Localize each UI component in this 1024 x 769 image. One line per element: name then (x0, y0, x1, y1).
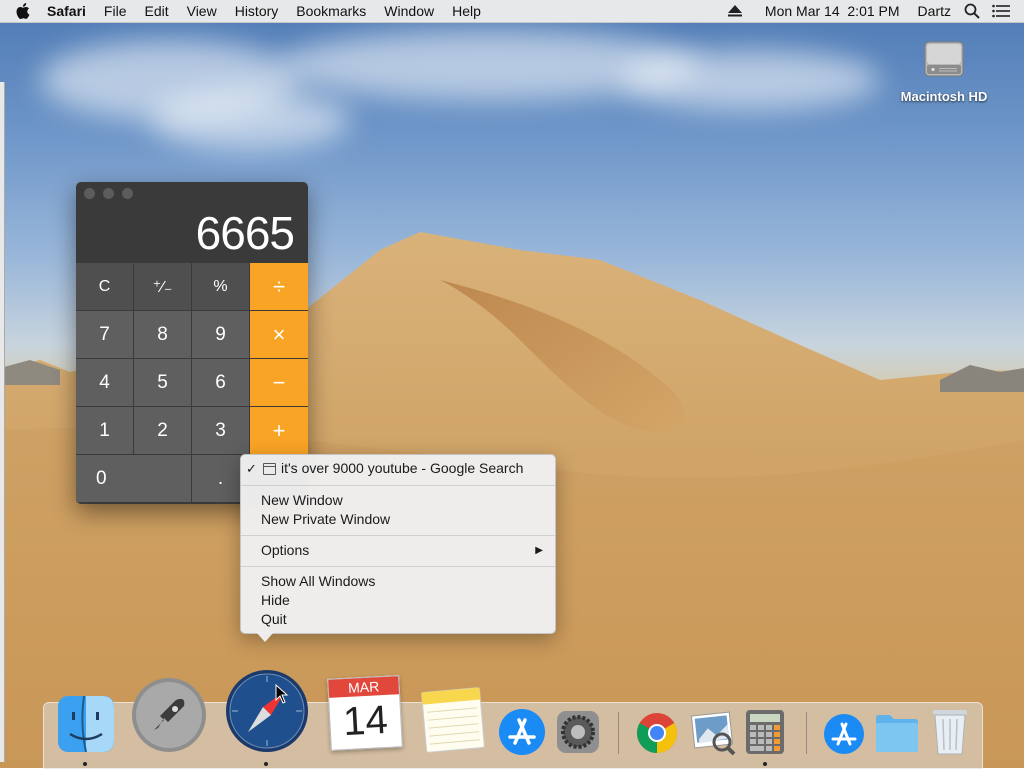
safari-icon[interactable] (224, 668, 310, 754)
calculator-key[interactable]: % (192, 263, 249, 310)
menu-item-label: Quit (261, 611, 287, 627)
calculator-key[interactable]: 6 (192, 359, 249, 406)
menu-item-label: Options (261, 542, 310, 558)
menu-separator (241, 566, 555, 567)
dock-divider (806, 712, 807, 754)
menu-item-hide[interactable]: Hide (241, 591, 555, 610)
zoom-button[interactable] (122, 187, 133, 199)
menu-item-label: Hide (261, 592, 290, 608)
running-indicator (83, 762, 87, 766)
finder-icon[interactable] (56, 694, 116, 754)
calculator-key[interactable]: C (76, 263, 133, 310)
menu-clock[interactable]: Mon Mar 14 2:01 PM (756, 0, 909, 22)
offscreen-window-edge (0, 82, 5, 762)
menu-edit[interactable]: Edit (135, 0, 177, 22)
launchpad-icon[interactable] (130, 676, 208, 754)
chrome-icon[interactable] (636, 712, 678, 754)
calculator-display: 6665 (195, 207, 295, 259)
minimize-button[interactable] (103, 187, 114, 199)
menu-item-label: New Window (261, 492, 343, 508)
calculator-key[interactable]: 4 (76, 359, 133, 406)
running-indicator (264, 762, 268, 766)
eject-icon[interactable] (727, 5, 742, 17)
trash-icon[interactable] (930, 706, 970, 756)
menu-item-show-all-windows[interactable]: Show All Windows (241, 572, 555, 591)
system-preferences-icon[interactable] (556, 710, 600, 754)
preview-icon[interactable] (690, 710, 736, 756)
menu-bar: Safari File Edit View History Bookmarks … (0, 0, 1024, 23)
app-store-icon[interactable] (498, 708, 546, 756)
calculator-key[interactable]: − (250, 359, 308, 406)
menu-separator (241, 535, 555, 536)
running-indicator (763, 762, 767, 766)
menu-window[interactable]: Window (375, 0, 443, 22)
menu-file[interactable]: File (95, 0, 136, 22)
calculator-key[interactable]: ⁺∕₋ (134, 263, 191, 310)
dock-divider (618, 712, 619, 754)
calculator-key[interactable]: 9 (192, 311, 249, 358)
mouse-cursor-icon (275, 684, 289, 704)
menu-item-new-private-window[interactable]: New Private Window (241, 510, 555, 529)
menu-item-label: Show All Windows (261, 573, 376, 589)
menu-item-options[interactable]: Options ▶ (241, 541, 555, 560)
menu-item-label: it's over 9000 youtube - Google Search (281, 460, 524, 476)
macintosh-hd-label: Macintosh HD (900, 89, 988, 104)
calculator-key[interactable]: + (250, 407, 308, 454)
apple-icon[interactable] (16, 3, 30, 19)
calculator-key[interactable]: 3 (192, 407, 249, 454)
menu-extras: Mon Mar 14 2:01 PM Dartz (727, 0, 1024, 22)
calendar-icon[interactable]: MAR 14 (326, 674, 403, 751)
menu-history[interactable]: History (226, 0, 288, 22)
hard-drive-icon[interactable] (921, 36, 967, 82)
menu-bookmarks[interactable]: Bookmarks (287, 0, 375, 22)
calculator-key[interactable]: 0 (76, 455, 191, 502)
menu-app-name[interactable]: Safari (38, 0, 95, 22)
menu-item-label: New Private Window (261, 511, 391, 527)
search-icon[interactable] (964, 3, 980, 19)
calculator-key[interactable]: 1 (76, 407, 133, 454)
list-icon[interactable] (992, 4, 1010, 18)
dock-context-menu: ✓ it's over 9000 youtube - Google Search… (240, 454, 556, 634)
calculator-key[interactable]: 8 (134, 311, 191, 358)
calculator-key[interactable]: × (250, 311, 308, 358)
menu-user[interactable]: Dartz (909, 0, 960, 22)
checkmark-icon: ✓ (246, 461, 257, 476)
menu-view[interactable]: View (178, 0, 226, 22)
context-menu-pointer (256, 632, 274, 642)
downloads-folder-icon[interactable] (874, 712, 920, 754)
menu-item-open-window[interactable]: ✓ it's over 9000 youtube - Google Search (241, 459, 555, 478)
macintosh-hd[interactable]: Macintosh HD (890, 36, 998, 104)
calculator-icon[interactable] (744, 708, 786, 756)
applications-folder-icon[interactable] (822, 712, 866, 756)
calendar-day: 14 (342, 697, 389, 745)
window-icon (263, 463, 276, 475)
menu-separator (241, 485, 555, 486)
menu-item-quit[interactable]: Quit (241, 610, 555, 629)
submenu-arrow-icon: ▶ (535, 545, 543, 556)
calculator-key[interactable]: ÷ (250, 263, 308, 310)
calculator-key[interactable]: 7 (76, 311, 133, 358)
close-button[interactable] (84, 187, 95, 199)
calculator-titlebar[interactable] (76, 182, 308, 204)
menu-help[interactable]: Help (443, 0, 490, 22)
notes-icon[interactable] (420, 684, 486, 754)
calculator-key[interactable]: 5 (134, 359, 191, 406)
calculator-key[interactable]: 2 (134, 407, 191, 454)
menu-item-new-window[interactable]: New Window (241, 491, 555, 510)
